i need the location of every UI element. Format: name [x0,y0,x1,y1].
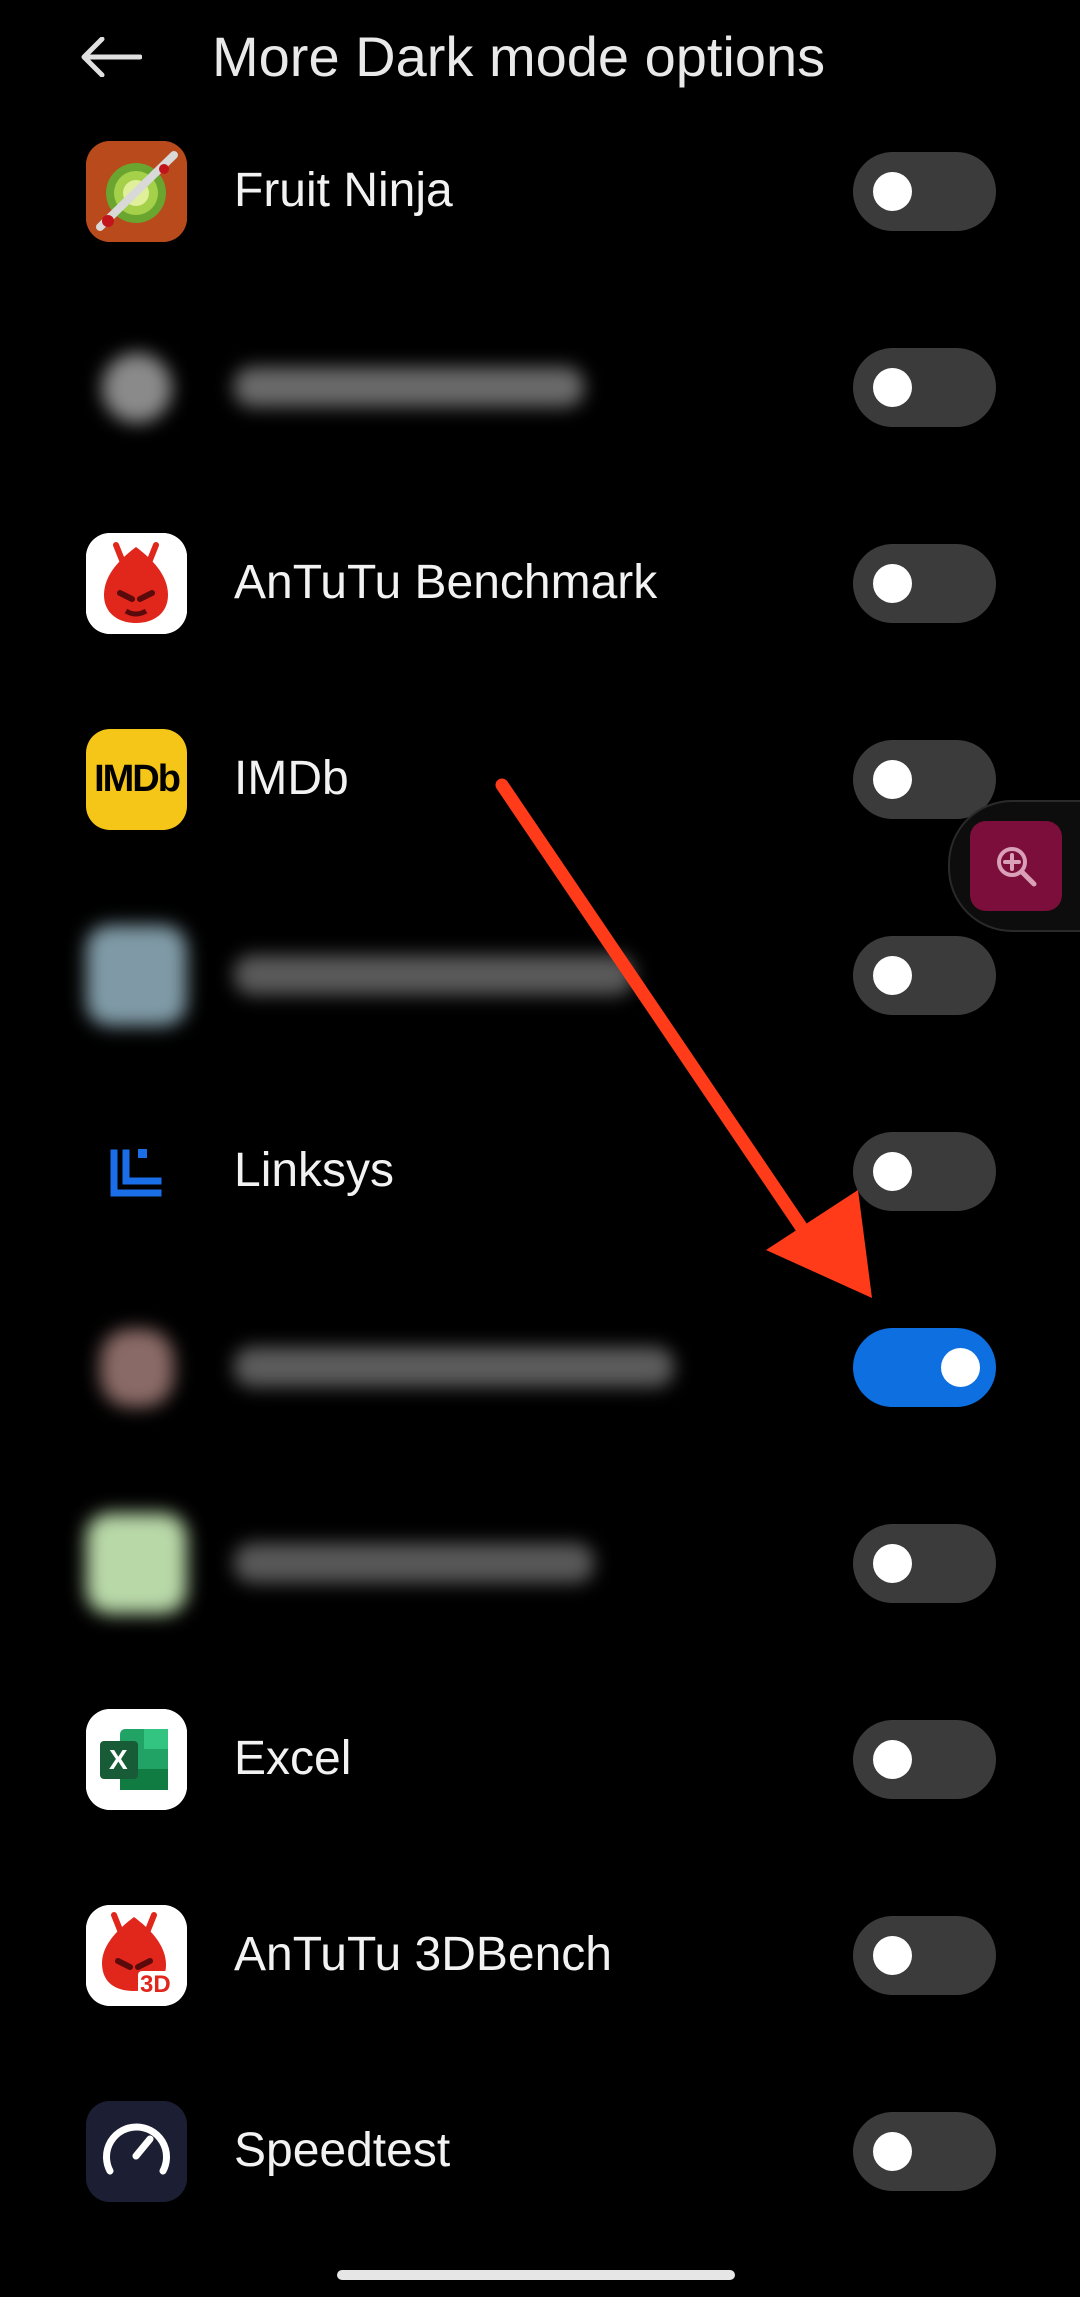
toggle-knob [941,1348,980,1387]
app-label: Speedtest [234,2124,451,2177]
list-item: IMDb IMDb [0,681,1080,877]
app-label: AnTuTu 3DBench [234,1928,612,1981]
app-label: Linksys [234,1144,395,1197]
dark-mode-toggle[interactable] [853,1720,996,1799]
toggle-knob [873,368,912,407]
excel-logo-text: X [109,1744,128,1775]
list-item [0,289,1080,485]
list-item: Fruit Ninja [0,93,1080,289]
dark-mode-toggle[interactable] [853,1328,996,1407]
fruit-ninja-icon [86,141,187,242]
list-item: 3D AnTuTu 3DBench [0,1857,1080,2053]
blurred-app-icon [86,1513,187,1614]
dark-mode-toggle[interactable] [853,348,996,427]
toggle-knob [873,760,912,799]
toggle-knob [873,1936,912,1975]
dark-mode-toggle[interactable] [853,1132,996,1211]
dark-mode-toggle[interactable] [853,1916,996,1995]
blurred-app-icon [86,337,187,438]
excel-icon: X [86,1709,187,1810]
list-item: X Excel [0,1661,1080,1857]
back-arrow-icon [81,37,142,77]
app-label: IMDb [234,752,349,805]
zoom-in-icon [997,847,1037,887]
dark-mode-toggle[interactable] [853,936,996,1015]
toggle-knob [873,564,912,603]
app-label: AnTuTu Benchmark [234,556,658,609]
list-item [0,877,1080,1073]
dark-mode-toggle[interactable] [853,544,996,623]
dark-mode-toggle[interactable] [853,1524,996,1603]
toggle-knob [873,1544,912,1583]
back-button[interactable] [76,22,146,92]
list-item [0,1269,1080,1465]
list-item [0,1465,1080,1661]
toggle-knob [873,956,912,995]
list-item: AnTuTu Benchmark [0,485,1080,681]
blurred-app-icon [86,1317,187,1418]
app-label [234,945,634,995]
dark-mode-toggle[interactable] [853,2112,996,2191]
page-title: More Dark mode options [212,25,826,88]
dark-mode-toggle[interactable] [853,152,996,231]
app-label [234,1533,594,1583]
imdb-icon: IMDb [86,729,187,830]
app-label [234,1337,674,1387]
dark-mode-toggle[interactable] [853,740,996,819]
toggle-knob [873,1740,912,1779]
app-label: Excel [234,1732,352,1785]
antutu-3dbench-icon: 3D [86,1905,187,2006]
blurred-app-icon [86,925,187,1026]
toggle-knob [873,172,912,211]
antutu-3d-text: 3D [138,1971,173,1999]
speedtest-icon [86,2101,187,2202]
antutu-icon [86,533,187,634]
home-indicator[interactable] [337,2270,735,2280]
toggle-knob [873,2132,912,2171]
floating-zoom-tab[interactable] [948,800,1080,932]
imdb-logo-text: IMDb [94,758,181,800]
app-label [234,357,584,407]
list-item: Linksys [0,1073,1080,1269]
list-item: Speedtest [0,2053,1080,2249]
linksys-icon [86,1121,187,1222]
zoom-button[interactable] [970,821,1062,911]
app-label: Fruit Ninja [234,164,453,217]
toggle-knob [873,1152,912,1191]
